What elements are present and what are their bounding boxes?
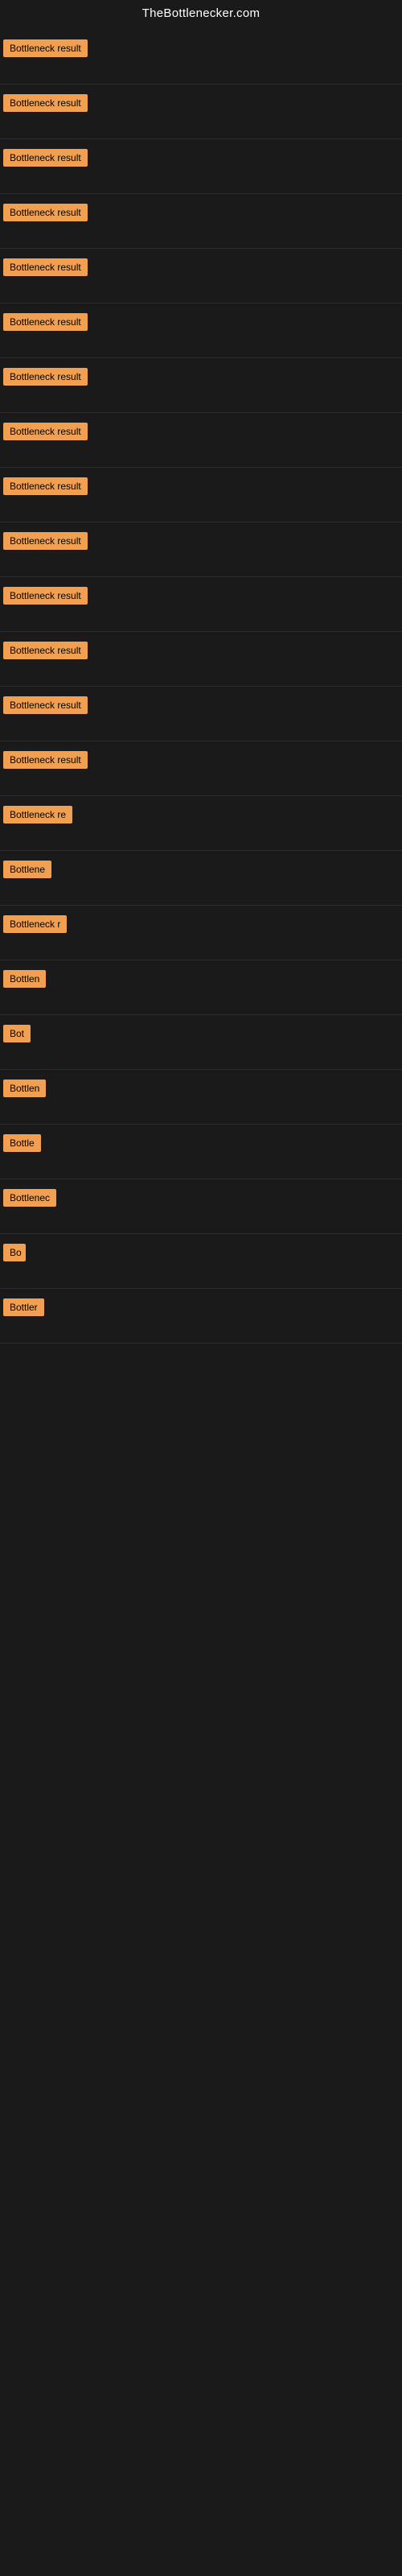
site-title: TheBottlenecker.com [142,6,260,20]
bottleneck-badge-6[interactable]: Bottleneck result [3,313,88,331]
bottleneck-badge-10[interactable]: Bottleneck result [3,532,88,550]
result-row-8: Bottleneck result [0,413,402,468]
bottleneck-badge-22[interactable]: Bottlenec [3,1189,56,1207]
result-row-19: Bot [0,1015,402,1070]
bottleneck-badge-7[interactable]: Bottleneck result [3,368,88,386]
result-row-14: Bottleneck result [0,741,402,796]
result-row-3: Bottleneck result [0,139,402,194]
site-header: TheBottlenecker.com [0,0,402,30]
results-container: Bottleneck result Bottleneck result Bottle… [0,30,402,1344]
result-row-7: Bottleneck result [0,358,402,413]
bottleneck-badge-2[interactable]: Bottleneck result [3,94,88,112]
result-row-15: Bottleneck re [0,796,402,851]
result-row-23: Bo [0,1234,402,1289]
result-row-5: Bottleneck result [0,249,402,303]
result-row-10: Bottleneck result [0,522,402,577]
bottleneck-badge-12[interactable]: Bottleneck result [3,642,88,659]
result-row-4: Bottleneck result [0,194,402,249]
bottleneck-badge-23[interactable]: Bo [3,1244,26,1261]
result-row-17: Bottleneck r [0,906,402,960]
result-row-1: Bottleneck result [0,30,402,85]
result-row-22: Bottlenec [0,1179,402,1234]
bottleneck-badge-20[interactable]: Bottlen [3,1080,46,1097]
bottleneck-badge-15[interactable]: Bottleneck re [3,806,72,824]
bottleneck-badge-13[interactable]: Bottleneck result [3,696,88,714]
bottleneck-badge-11[interactable]: Bottleneck result [3,587,88,605]
page-container: TheBottlenecker.com Bottleneck resultBot… [0,0,402,2576]
bottleneck-badge-14[interactable]: Bottleneck result [3,751,88,769]
result-row-12: Bottleneck result [0,632,402,687]
bottleneck-badge-3[interactable]: Bottleneck result [3,149,88,167]
bottleneck-badge-8[interactable]: Bottleneck result [3,423,88,440]
result-row-9: Bottleneck result [0,468,402,522]
result-row-6: Bottleneck result [0,303,402,358]
bottleneck-badge-5[interactable]: Bottleneck result [3,258,88,276]
result-row-24: Bottler [0,1289,402,1344]
bottleneck-badge-1[interactable]: Bottleneck result [3,39,88,57]
bottleneck-badge-17[interactable]: Bottleneck r [3,915,67,933]
result-row-2: Bottleneck result [0,85,402,139]
result-row-21: Bottle [0,1125,402,1179]
bottleneck-badge-16[interactable]: Bottlene [3,861,51,878]
result-row-20: Bottlen [0,1070,402,1125]
bottleneck-badge-24[interactable]: Bottler [3,1298,44,1316]
bottleneck-badge-18[interactable]: Bottlen [3,970,46,988]
result-row-16: Bottlene [0,851,402,906]
result-row-18: Bottlen [0,960,402,1015]
bottleneck-badge-21[interactable]: Bottle [3,1134,41,1152]
bottleneck-badge-9[interactable]: Bottleneck result [3,477,88,495]
result-row-13: Bottleneck result [0,687,402,741]
result-row-11: Bottleneck result [0,577,402,632]
bottleneck-badge-19[interactable]: Bot [3,1025,31,1042]
bottleneck-badge-4[interactable]: Bottleneck result [3,204,88,221]
